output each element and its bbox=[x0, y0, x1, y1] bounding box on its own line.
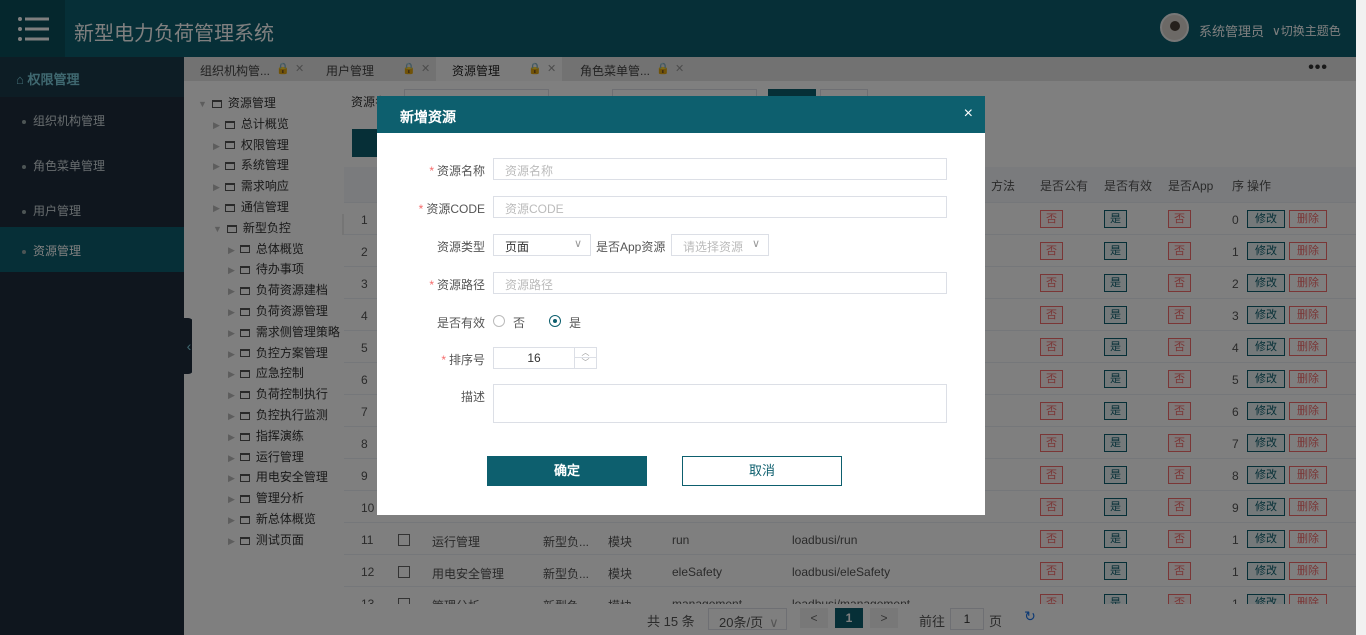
valid-no-label[interactable]: 否 bbox=[513, 314, 525, 331]
desc-label: 描述 bbox=[460, 390, 485, 404]
close-icon[interactable]: × bbox=[964, 105, 973, 123]
app-placeholder: 请选择资源 bbox=[683, 240, 744, 254]
code-label: * 资源CODE bbox=[418, 202, 485, 216]
resource-code-input[interactable]: 资源CODE bbox=[493, 196, 947, 218]
path-label-text: 资源路径 bbox=[436, 278, 485, 292]
sort-label-text: 排序号 bbox=[448, 353, 485, 367]
app-label: 是否App资源 bbox=[596, 240, 666, 254]
app-resource-select[interactable]: 请选择资源 ∨ bbox=[671, 234, 769, 256]
name-label: * 资源名称 bbox=[429, 164, 485, 178]
valid-no-radio[interactable] bbox=[493, 315, 505, 327]
dialog-title: 新增资源 bbox=[400, 109, 456, 125]
path-label: * 资源路径 bbox=[429, 278, 485, 292]
dialog-header: 新增资源 × bbox=[377, 96, 985, 133]
valid-yes-radio[interactable] bbox=[549, 315, 561, 327]
code-label-text: 资源CODE bbox=[426, 202, 485, 216]
valid-label: 是否有效 bbox=[436, 316, 485, 330]
sort-label: * 排序号 bbox=[441, 353, 485, 367]
resource-name-input[interactable]: 资源名称 bbox=[493, 158, 947, 180]
resource-type-select[interactable]: 页面 ∨ bbox=[493, 234, 591, 256]
chevron-down-icon: ∨ bbox=[751, 238, 760, 250]
confirm-button[interactable]: 确定 bbox=[487, 456, 647, 486]
cancel-button[interactable]: 取消 bbox=[682, 456, 842, 486]
chevron-down-icon[interactable]: ﹀ bbox=[574, 358, 596, 368]
chevron-up-icon[interactable]: ︿ bbox=[574, 348, 596, 358]
page-scrollbar[interactable] bbox=[1356, 0, 1366, 635]
valid-yes-label[interactable]: 是 bbox=[569, 314, 581, 331]
description-textarea[interactable] bbox=[493, 384, 947, 423]
sort-number-stepper[interactable]: 16 ︿ ﹀ bbox=[493, 347, 597, 369]
type-label: 资源类型 bbox=[436, 240, 485, 254]
type-value: 页面 bbox=[505, 240, 530, 254]
chevron-down-icon: ∨ bbox=[573, 238, 582, 250]
name-label-text: 资源名称 bbox=[436, 164, 485, 178]
add-resource-dialog: 新增资源 × * 资源名称 资源名称 * 资源CODE 资源CODE 资源类型 页面… bbox=[377, 96, 985, 515]
sort-value: 16 bbox=[527, 351, 541, 365]
resource-path-input[interactable]: 资源路径 bbox=[493, 272, 947, 294]
